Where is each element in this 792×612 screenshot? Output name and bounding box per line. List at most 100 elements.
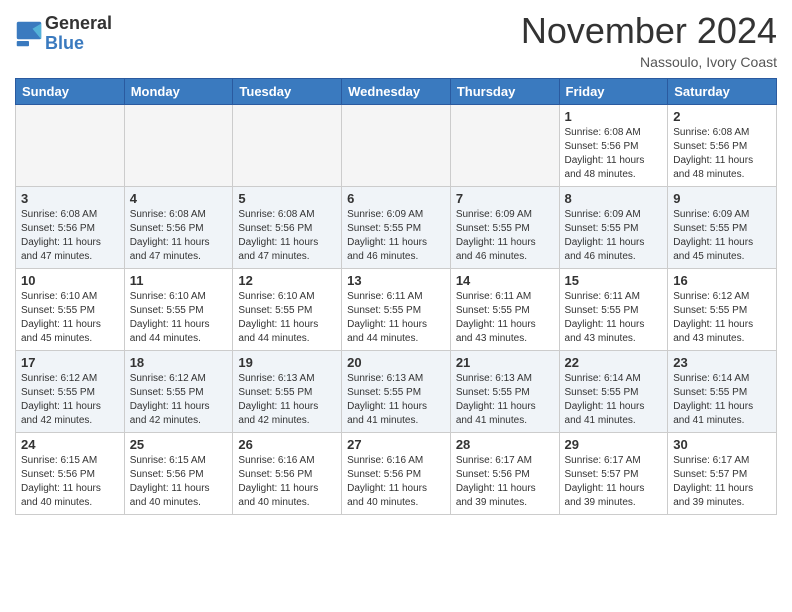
logo-general: General	[45, 14, 112, 34]
header-monday: Monday	[124, 79, 233, 105]
header-friday: Friday	[559, 79, 668, 105]
header-saturday: Saturday	[668, 79, 777, 105]
day-info: Sunrise: 6:13 AM Sunset: 5:55 PM Dayligh…	[456, 372, 554, 428]
day-number: 7	[456, 191, 554, 206]
month-title: November 2024	[521, 10, 777, 52]
table-row: 18Sunrise: 6:12 AM Sunset: 5:55 PM Dayli…	[124, 351, 233, 433]
day-info: Sunrise: 6:12 AM Sunset: 5:55 PM Dayligh…	[21, 372, 119, 428]
table-row	[342, 105, 451, 187]
day-number: 11	[130, 273, 228, 288]
day-number: 17	[21, 355, 119, 370]
header-thursday: Thursday	[450, 79, 559, 105]
day-number: 14	[456, 273, 554, 288]
day-number: 5	[238, 191, 336, 206]
table-row: 24Sunrise: 6:15 AM Sunset: 5:56 PM Dayli…	[16, 433, 125, 515]
header-wednesday: Wednesday	[342, 79, 451, 105]
table-row: 8 Sunrise: 6:09 AM Sunset: 5:55 PM Daylig…	[559, 187, 668, 269]
day-info: Sunrise: 6:10 AM Sunset: 5:55 PM Dayligh…	[130, 290, 228, 346]
day-info: Sunrise: 6:09 AM Sunset: 5:55 PM Dayligh…	[565, 208, 663, 264]
table-row: 9Sunrise: 6:09 AM Sunset: 5:55 PM Daylig…	[668, 187, 777, 269]
day-info: Sunrise: 6:17 AM Sunset: 5:57 PM Dayligh…	[673, 454, 771, 510]
day-info: Sunrise: 6:13 AM Sunset: 5:55 PM Dayligh…	[347, 372, 445, 428]
table-row	[450, 105, 559, 187]
day-info: Sunrise: 6:08 AM Sunset: 5:56 PM Dayligh…	[130, 208, 228, 264]
day-number: 1	[565, 109, 663, 124]
title-area: November 2024 Nassoulo, Ivory Coast	[521, 10, 777, 70]
day-info: Sunrise: 6:09 AM Sunset: 5:55 PM Dayligh…	[456, 208, 554, 264]
table-row: 25 Sunrise: 6:15 AM Sunset: 5:56 PM Dayli…	[124, 433, 233, 515]
logo-text: General Blue	[45, 14, 112, 54]
calendar-header-row: Sunday Monday Tuesday Wednesday Thursday…	[16, 79, 777, 105]
day-number: 13	[347, 273, 445, 288]
calendar-week-row: 10 Sunrise: 6:10 AM Sunset: 5:55 PM Dayli…	[16, 269, 777, 351]
table-row: 30 Sunrise: 6:17 AM Sunset: 5:57 PM Dayli…	[668, 433, 777, 515]
day-number: 22	[565, 355, 663, 370]
calendar-week-row: 3 Sunrise: 6:08 AM Sunset: 5:56 PM Daylig…	[16, 187, 777, 269]
calendar-page: General Blue November 2024 Nassoulo, Ivo…	[0, 0, 792, 530]
day-info: Sunrise: 6:17 AM Sunset: 5:57 PM Dayligh…	[565, 454, 663, 510]
table-row: 2 Sunrise: 6:08 AM Sunset: 5:56 PM Daylig…	[668, 105, 777, 187]
table-row: 17 Sunrise: 6:12 AM Sunset: 5:55 PM Dayli…	[16, 351, 125, 433]
table-row: 19 Sunrise: 6:13 AM Sunset: 5:55 PM Dayli…	[233, 351, 342, 433]
table-row: 21 Sunrise: 6:13 AM Sunset: 5:55 PM Dayli…	[450, 351, 559, 433]
table-row: 20 Sunrise: 6:13 AM Sunset: 5:55 PM Dayli…	[342, 351, 451, 433]
day-number: 6	[347, 191, 445, 206]
logo: General Blue	[15, 14, 112, 54]
day-info: Sunrise: 6:14 AM Sunset: 5:55 PM Dayligh…	[565, 372, 663, 428]
day-number: 10	[21, 273, 119, 288]
day-number: 19	[238, 355, 336, 370]
day-info: Sunrise: 6:16 AM Sunset: 5:56 PM Dayligh…	[238, 454, 336, 510]
day-info: Sunrise: 6:08 AM Sunset: 5:56 PM Dayligh…	[673, 126, 771, 182]
table-row: 1Sunrise: 6:08 AM Sunset: 5:56 PM Daylig…	[559, 105, 668, 187]
day-number: 30	[673, 437, 771, 452]
day-number: 25	[130, 437, 228, 452]
table-row: 14 Sunrise: 6:11 AM Sunset: 5:55 PM Dayli…	[450, 269, 559, 351]
day-info: Sunrise: 6:08 AM Sunset: 5:56 PM Dayligh…	[238, 208, 336, 264]
logo-blue: Blue	[45, 34, 112, 54]
calendar-week-row: 1 Sunrise: 6:08 AM Sunset: 5:56 PM Daylig…	[16, 105, 777, 187]
calendar-week-row: 24 Sunrise: 6:15 AM Sunset: 5:56 PM Dayli…	[16, 433, 777, 515]
day-info: Sunrise: 6:10 AM Sunset: 5:55 PM Dayligh…	[238, 290, 336, 346]
table-row: 22 Sunrise: 6:14 AM Sunset: 5:55 PM Dayli…	[559, 351, 668, 433]
table-row	[233, 105, 342, 187]
day-number: 3	[21, 191, 119, 206]
calendar-week-row: 17 Sunrise: 6:12 AM Sunset: 5:55 PM Dayli…	[16, 351, 777, 433]
table-row: 28Sunrise: 6:17 AM Sunset: 5:56 PM Dayli…	[450, 433, 559, 515]
day-number: 24	[21, 437, 119, 452]
table-row: 16Sunrise: 6:12 AM Sunset: 5:55 PM Dayli…	[668, 269, 777, 351]
day-number: 20	[347, 355, 445, 370]
day-info: Sunrise: 6:15 AM Sunset: 5:56 PM Dayligh…	[130, 454, 228, 510]
day-info: Sunrise: 6:09 AM Sunset: 5:55 PM Dayligh…	[347, 208, 445, 264]
day-info: Sunrise: 6:09 AM Sunset: 5:55 PM Dayligh…	[673, 208, 771, 264]
table-row: 12 Sunrise: 6:10 AM Sunset: 5:55 PM Dayli…	[233, 269, 342, 351]
table-row: 5 Sunrise: 6:08 AM Sunset: 5:56 PM Daylig…	[233, 187, 342, 269]
day-info: Sunrise: 6:11 AM Sunset: 5:55 PM Dayligh…	[347, 290, 445, 346]
header-tuesday: Tuesday	[233, 79, 342, 105]
day-number: 2	[673, 109, 771, 124]
table-row: 27 Sunrise: 6:16 AM Sunset: 5:56 PM Dayli…	[342, 433, 451, 515]
table-row: 13 Sunrise: 6:11 AM Sunset: 5:55 PM Dayli…	[342, 269, 451, 351]
day-info: Sunrise: 6:16 AM Sunset: 5:56 PM Dayligh…	[347, 454, 445, 510]
day-number: 12	[238, 273, 336, 288]
table-row: 15 Sunrise: 6:11 AM Sunset: 5:55 PM Dayli…	[559, 269, 668, 351]
day-info: Sunrise: 6:14 AM Sunset: 5:55 PM Dayligh…	[673, 372, 771, 428]
day-number: 21	[456, 355, 554, 370]
day-number: 26	[238, 437, 336, 452]
day-info: Sunrise: 6:12 AM Sunset: 5:55 PM Dayligh…	[673, 290, 771, 346]
day-info: Sunrise: 6:17 AM Sunset: 5:56 PM Dayligh…	[456, 454, 554, 510]
table-row: 3Sunrise: 6:08 AM Sunset: 5:56 PM Daylig…	[16, 187, 125, 269]
day-info: Sunrise: 6:11 AM Sunset: 5:55 PM Dayligh…	[456, 290, 554, 346]
table-row: 26 Sunrise: 6:16 AM Sunset: 5:56 PM Dayli…	[233, 433, 342, 515]
location: Nassoulo, Ivory Coast	[521, 54, 777, 70]
day-number: 29	[565, 437, 663, 452]
table-row: 23Sunrise: 6:14 AM Sunset: 5:55 PM Dayli…	[668, 351, 777, 433]
day-info: Sunrise: 6:13 AM Sunset: 5:55 PM Dayligh…	[238, 372, 336, 428]
table-row	[124, 105, 233, 187]
day-info: Sunrise: 6:11 AM Sunset: 5:55 PM Dayligh…	[565, 290, 663, 346]
table-row: 7 Sunrise: 6:09 AM Sunset: 5:55 PM Daylig…	[450, 187, 559, 269]
day-number: 8	[565, 191, 663, 206]
logo-icon	[15, 20, 43, 48]
table-row: 6 Sunrise: 6:09 AM Sunset: 5:55 PM Daylig…	[342, 187, 451, 269]
day-number: 15	[565, 273, 663, 288]
day-number: 27	[347, 437, 445, 452]
